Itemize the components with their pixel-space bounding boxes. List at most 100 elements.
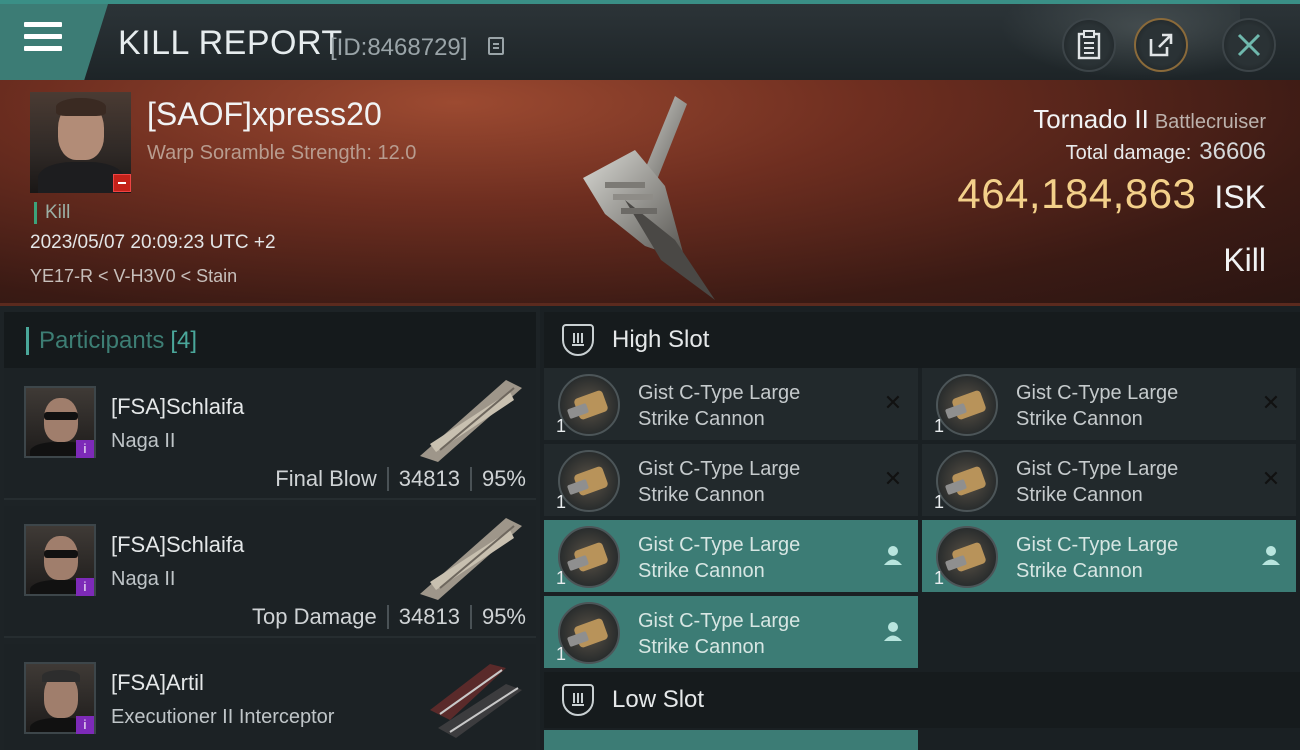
participant-ship: Naga II [111, 568, 176, 590]
module-quantity: 1 [934, 492, 945, 512]
destroyed-icon: ✕ [1261, 466, 1281, 491]
kill-datetime: 2023/05/07 20:09:23 UTC +2 [30, 232, 276, 253]
participant-name: [FSA]Schlaifa [111, 532, 245, 557]
module-item[interactable]: 1 Gist C-Type Large Strike Cannon ✕ [922, 444, 1296, 516]
participant-row[interactable]: i [FSA]Artil Executioner II Interceptor [4, 644, 536, 750]
participants-count: [4] [170, 327, 198, 354]
participant-role: Top Damage [252, 604, 377, 629]
module-item[interactable] [544, 730, 918, 750]
participant-row[interactable]: i [FSA]Schlaifa Naga II Top Damage 34813… [4, 506, 536, 638]
page-title: KILL REPORT [118, 24, 343, 62]
high-slot-header: High Slot [544, 312, 1300, 368]
status-badge [113, 174, 131, 192]
header-bar: KILL REPORT [ID:8468729] [0, 0, 1300, 80]
participants-label: Participants [39, 327, 165, 354]
share-button[interactable] [1134, 18, 1188, 72]
participant-percent: 95% [481, 604, 526, 629]
module-item[interactable]: 1 Gist C-Type Large Strike Cannon [544, 520, 918, 592]
module-icon [936, 526, 998, 588]
victim-ship[interactable]: Tornado II Battlecruiser [1033, 104, 1266, 135]
kill-tag: Kill [34, 202, 70, 224]
victim-name[interactable]: [SAOF]xpress20 [147, 96, 382, 133]
module-item[interactable]: 1 Gist C-Type Large Strike Cannon ✕ [544, 444, 918, 516]
participant-ship: Naga II [111, 430, 176, 452]
high-slot-title: High Slot [612, 326, 710, 353]
info-icon[interactable]: i [76, 716, 94, 734]
report-id: [ID:8468729] [330, 34, 468, 61]
low-slot-title: Low Slot [612, 686, 705, 713]
module-icon [558, 374, 620, 436]
participants-panel: Participants [4] i [FSA]Schlaifa Naga II … [0, 306, 540, 750]
info-icon[interactable]: i [76, 440, 94, 458]
destroyed-icon: ✕ [883, 466, 903, 491]
participant-name: [FSA]Schlaifa [111, 394, 245, 419]
participant-damage: 34813 [398, 604, 460, 629]
participant-percent: 95% [481, 466, 526, 491]
total-damage-value: 36606 [1199, 138, 1266, 165]
module-name: Gist C-Type Large Strike Cannon [1016, 534, 1179, 582]
participant-damage: 34813 [398, 466, 460, 491]
high-slot-icon [562, 324, 594, 356]
participant-ship-image [430, 664, 522, 738]
participant-stats: Top Damage 34813 95% [252, 604, 526, 630]
module-item[interactable]: 1 Gist C-Type Large Strike Cannon ✕ [922, 368, 1296, 440]
participant-stats: Final Blow 34813 95% [275, 466, 526, 492]
module-icon [558, 602, 620, 664]
participant-row[interactable]: i [FSA]Schlaifa Naga II Final Blow 34813… [4, 368, 536, 500]
participant-ship: Executioner II Interceptor [111, 706, 335, 728]
module-icon [936, 450, 998, 512]
hamburger-icon [24, 22, 62, 58]
total-damage-label: Total damage: [1065, 142, 1192, 164]
close-icon [1237, 33, 1261, 57]
person-icon [1262, 546, 1280, 565]
ship-class: Battlecruiser [1154, 111, 1266, 133]
module-icon [558, 526, 620, 588]
share-icon [1149, 33, 1173, 57]
module-name: Gist C-Type Large Strike Cannon [638, 458, 801, 506]
low-slot-header: Low Slot [544, 672, 1300, 728]
module-icon [936, 374, 998, 436]
isk-value: 464,184,863 ISK [957, 170, 1266, 218]
participant-ship-image [420, 518, 522, 600]
module-item[interactable]: 1 Gist C-Type Large Strike Cannon [922, 520, 1296, 592]
participant-name: [FSA]Artil [111, 670, 204, 695]
info-icon[interactable]: i [76, 578, 94, 596]
clipboard-button[interactable] [1062, 18, 1116, 72]
ship-name: Tornado II [1033, 104, 1149, 134]
destroyed-icon: ✕ [883, 390, 903, 415]
menu-button[interactable] [0, 4, 108, 80]
module-quantity: 1 [556, 492, 567, 512]
module-name: Gist C-Type Large Strike Cannon [638, 382, 801, 430]
module-name: Gist C-Type Large Strike Cannon [638, 610, 801, 658]
warp-scramble-strength: Warp Soramble Strength: 12.0 [147, 142, 417, 164]
person-icon [884, 546, 902, 565]
copy-icon[interactable] [488, 37, 504, 55]
module-quantity: 1 [556, 416, 567, 436]
destroyed-icon: ✕ [1261, 390, 1281, 415]
isk-unit: ISK [1214, 179, 1266, 215]
victim-banner: [SAOF]xpress20 Warp Soramble Strength: 1… [0, 80, 1300, 306]
participants-header[interactable]: Participants [4] [4, 312, 536, 370]
participant-ship-image [420, 380, 522, 462]
kill-location: YE17-R < V-H3V0 < Stain [30, 266, 238, 286]
module-quantity: 1 [556, 568, 567, 588]
module-quantity: 1 [556, 644, 567, 664]
module-item[interactable]: 1 Gist C-Type Large Strike Cannon ✕ [544, 368, 918, 440]
person-icon [884, 622, 902, 641]
isk-amount: 464,184,863 [957, 170, 1197, 217]
participant-role: Final Blow [275, 466, 377, 491]
module-name: Gist C-Type Large Strike Cannon [1016, 382, 1179, 430]
module-name: Gist C-Type Large Strike Cannon [1016, 458, 1179, 506]
clipboard-icon [1077, 30, 1101, 60]
kill-result: Kill [1223, 242, 1266, 278]
module-quantity: 1 [934, 416, 945, 436]
low-slot-icon [562, 684, 594, 716]
fitting-panel: High Slot 1 Gist C-Type Large Strike Cann… [540, 306, 1300, 750]
header-decoration [1000, 4, 1240, 80]
module-name: Gist C-Type Large Strike Cannon [638, 534, 801, 582]
victim-ship-image [583, 96, 715, 300]
close-button[interactable] [1222, 18, 1276, 72]
module-icon [558, 450, 620, 512]
module-item[interactable]: 1 Gist C-Type Large Strike Cannon [544, 596, 918, 668]
module-quantity: 1 [934, 568, 945, 588]
